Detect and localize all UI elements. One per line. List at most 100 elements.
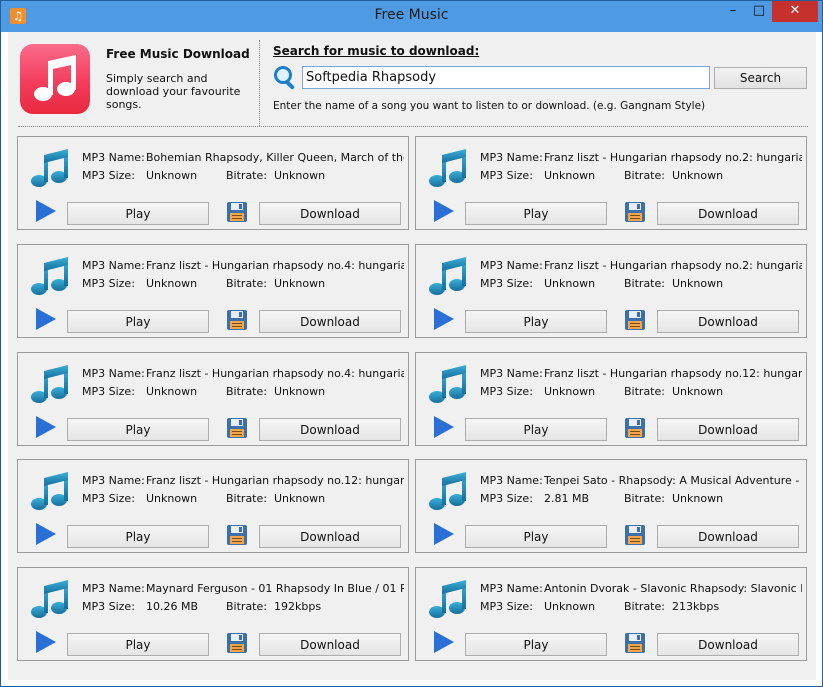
mp3-name-label: MP3 Name: xyxy=(82,151,145,164)
mp3-name-value: Franz liszt - Hungarian rhapsody no.12: … xyxy=(544,367,802,380)
mp3-size-label: MP3 Size: xyxy=(480,492,533,505)
result-card: MP3 Name: Franz liszt - Hungarian rhapsod… xyxy=(415,352,807,446)
result-card: MP3 Name: Franz liszt - Hungarian rhapsod… xyxy=(415,244,807,338)
bitrate-label: Bitrate: xyxy=(624,277,665,290)
mp3-size-label: MP3 Size: xyxy=(480,600,533,613)
play-icon[interactable] xyxy=(434,200,454,222)
minimize-button[interactable]: – xyxy=(720,1,746,22)
mp3-size-label: MP3 Size: xyxy=(82,277,135,290)
play-button[interactable]: Play xyxy=(67,633,209,656)
bitrate-value: Unknown xyxy=(274,385,326,398)
play-button[interactable]: Play xyxy=(67,310,209,333)
mp3-size-value: Unknown xyxy=(544,600,596,613)
download-button[interactable]: Download xyxy=(259,418,401,441)
mp3-size-label: MP3 Size: xyxy=(480,385,533,398)
download-button[interactable]: Download xyxy=(657,633,799,656)
intro-title: Free Music Download xyxy=(106,47,250,61)
save-icon[interactable] xyxy=(226,632,248,654)
mp3-size-value: Unknown xyxy=(544,277,596,290)
download-button[interactable]: Download xyxy=(259,633,401,656)
mp3-name-label: MP3 Name: xyxy=(82,582,145,595)
music-note-icon xyxy=(28,146,72,190)
bitrate-value: Unknown xyxy=(274,169,326,182)
mp3-size-label: MP3 Size: xyxy=(82,492,135,505)
bitrate-label: Bitrate: xyxy=(624,169,665,182)
play-button[interactable]: Play xyxy=(67,202,209,225)
save-icon[interactable] xyxy=(226,309,248,331)
play-button[interactable]: Play xyxy=(465,525,607,548)
mp3-name-value: Franz liszt - Hungarian rhapsody no.4: h… xyxy=(146,367,404,380)
mp3-name-value: Bohemian Rhapsody, Killer Queen, March o… xyxy=(146,151,404,164)
play-button[interactable]: Play xyxy=(465,418,607,441)
play-button[interactable]: Play xyxy=(465,202,607,225)
mp3-name-value: Tenpei Sato - Rhapsody: A Musical Advent… xyxy=(544,474,802,487)
bitrate-value: Unknown xyxy=(274,277,326,290)
play-icon[interactable] xyxy=(36,523,56,545)
download-button[interactable]: Download xyxy=(259,525,401,548)
download-button[interactable]: Download xyxy=(657,202,799,225)
mp3-size-label: MP3 Size: xyxy=(480,169,533,182)
bitrate-label: Bitrate: xyxy=(624,492,665,505)
main-panel: Free Music Download Simply search and do… xyxy=(8,32,816,680)
mp3-name-label: MP3 Name: xyxy=(480,259,543,272)
mp3-name-value: Franz liszt - Hungarian rhapsody no.2: h… xyxy=(544,151,802,164)
save-icon[interactable] xyxy=(226,417,248,439)
mp3-name-label: MP3 Name: xyxy=(480,582,543,595)
play-icon[interactable] xyxy=(434,416,454,438)
save-icon[interactable] xyxy=(624,524,646,546)
play-button[interactable]: Play xyxy=(67,525,209,548)
play-button[interactable]: Play xyxy=(465,633,607,656)
download-button[interactable]: Download xyxy=(259,310,401,333)
result-card: MP3 Name: Tenpei Sato - Rhapsody: A Music… xyxy=(415,459,807,553)
result-card: MP3 Name: Franz liszt - Hungarian rhapsod… xyxy=(17,244,409,338)
result-card: MP3 Name: Franz liszt - Hungarian rhapsod… xyxy=(17,352,409,446)
mp3-name-value: Maynard Ferguson - 01 Rhapsody In Blue /… xyxy=(146,582,404,595)
bitrate-value: Unknown xyxy=(672,492,724,505)
mp3-size-value: Unknown xyxy=(146,277,198,290)
play-icon[interactable] xyxy=(36,416,56,438)
play-icon[interactable] xyxy=(434,308,454,330)
play-icon[interactable] xyxy=(434,523,454,545)
play-icon[interactable] xyxy=(36,200,56,222)
mp3-size-value: 2.81 MB xyxy=(544,492,590,505)
save-icon[interactable] xyxy=(226,524,248,546)
bitrate-value: 192kbps xyxy=(274,600,322,613)
play-icon[interactable] xyxy=(434,631,454,653)
music-note-icon xyxy=(426,362,470,406)
intro-text: Simply search and download your favourit… xyxy=(106,72,241,111)
mp3-size-value: 10.26 MB xyxy=(146,600,199,613)
save-icon[interactable] xyxy=(226,201,248,223)
download-button[interactable]: Download xyxy=(259,202,401,225)
close-button[interactable]: ✕ xyxy=(772,1,818,22)
play-icon[interactable] xyxy=(36,308,56,330)
bitrate-value: Unknown xyxy=(672,169,724,182)
vertical-divider xyxy=(259,40,260,126)
search-input[interactable] xyxy=(302,66,710,89)
mp3-size-value: Unknown xyxy=(146,169,198,182)
music-note-icon xyxy=(426,469,470,513)
result-card: MP3 Name: Antonin Dvorak - Slavonic Rhaps… xyxy=(415,567,807,661)
play-button[interactable]: Play xyxy=(67,418,209,441)
download-button[interactable]: Download xyxy=(657,525,799,548)
maximize-button[interactable]: □ xyxy=(746,1,772,22)
music-note-icon xyxy=(426,577,470,621)
music-note-icon xyxy=(28,469,72,513)
download-button[interactable]: Download xyxy=(657,310,799,333)
mp3-name-label: MP3 Name: xyxy=(480,474,543,487)
mp3-name-value: Antonin Dvorak - Slavonic Rhapsody: Slav… xyxy=(544,582,802,595)
music-logo-icon xyxy=(20,44,90,114)
bitrate-value: 213kbps xyxy=(672,600,720,613)
mp3-size-value: Unknown xyxy=(146,385,198,398)
save-icon[interactable] xyxy=(624,417,646,439)
search-button[interactable]: Search xyxy=(714,67,807,89)
bitrate-label: Bitrate: xyxy=(226,492,267,505)
play-icon[interactable] xyxy=(36,631,56,653)
result-card: MP3 Name: Franz liszt - Hungarian rhapsod… xyxy=(415,136,807,230)
title-bar[interactable]: ♫ Free Music – □ ✕ xyxy=(1,1,822,32)
play-button[interactable]: Play xyxy=(465,310,607,333)
save-icon[interactable] xyxy=(624,632,646,654)
save-icon[interactable] xyxy=(624,201,646,223)
download-button[interactable]: Download xyxy=(657,418,799,441)
save-icon[interactable] xyxy=(624,309,646,331)
bitrate-value: Unknown xyxy=(672,385,724,398)
